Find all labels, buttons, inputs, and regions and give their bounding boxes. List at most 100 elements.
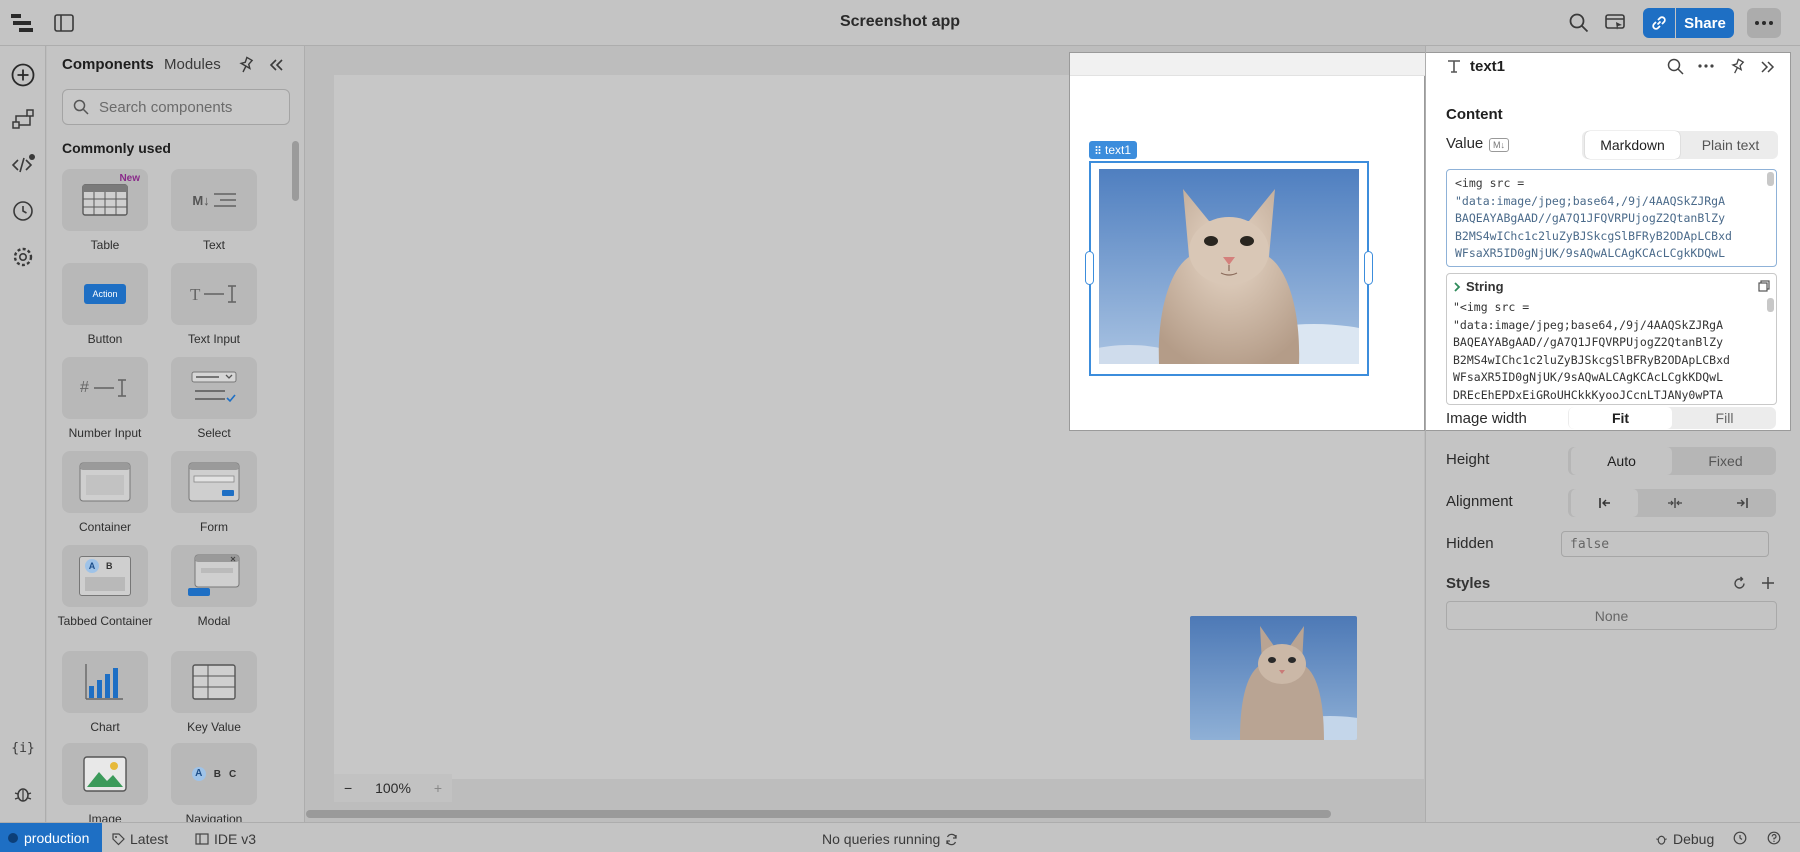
environment-badge[interactable]: production <box>0 823 102 852</box>
zoom-level: 100% <box>375 780 411 796</box>
settings-gear-icon[interactable] <box>11 245 35 269</box>
copy-link-button[interactable] <box>1643 8 1675 38</box>
string-line: "<img src = <box>1453 300 1530 314</box>
code-icon[interactable] <box>11 153 35 177</box>
height-toggle: Auto Fixed <box>1568 447 1776 475</box>
styles-heading: Styles <box>1446 575 1491 592</box>
component-tile-chart[interactable]: Chart <box>62 651 160 734</box>
component-tile-table[interactable]: New Table <box>62 169 160 252</box>
drag-handle-icon <box>1095 146 1101 154</box>
table-icon <box>82 184 128 216</box>
workflow-icon[interactable] <box>11 107 35 131</box>
new-badge: New <box>119 173 140 184</box>
search-components-input[interactable]: Search components <box>62 89 290 125</box>
queries-status[interactable]: No queries running <box>822 831 958 847</box>
share-button[interactable]: Share <box>1676 8 1734 38</box>
zoom-in-button[interactable]: + <box>434 780 442 796</box>
chevron-right-icon <box>1454 281 1461 292</box>
mode-plain-text-button[interactable]: Plain text <box>1683 131 1778 159</box>
resize-handle-right[interactable] <box>1364 251 1373 285</box>
help-icon[interactable] <box>1767 831 1781 845</box>
zoom-out-button[interactable]: − <box>344 780 352 796</box>
close-inspector-icon[interactable] <box>1759 59 1775 75</box>
search-icon[interactable] <box>1567 11 1591 35</box>
component-tile-select[interactable]: Select <box>171 357 269 440</box>
top-bar: Screenshot app Share <box>0 0 1800 46</box>
resize-handle-left[interactable] <box>1085 251 1094 285</box>
code-line: <img src = <box>1455 176 1525 190</box>
section-title: Commonly used <box>62 140 171 156</box>
fill-option[interactable]: Fill <box>1673 407 1776 429</box>
component-tile-modal[interactable]: Modal <box>171 545 269 628</box>
canvas-kitten-image[interactable] <box>1190 616 1357 740</box>
code-line: "data:image/jpeg;base64,/9j/4AAQSkZJRgA <box>1455 193 1726 208</box>
state-braces-icon[interactable]: {i} <box>11 736 35 760</box>
preview-scrollbar[interactable] <box>1767 298 1774 312</box>
panel-scrollbar[interactable] <box>292 141 299 201</box>
code-line: BAQEAYABgAAD//gA7Q1JFQVRPUjogZ2QtanBlZy <box>1455 211 1726 225</box>
align-center-icon <box>1667 498 1682 508</box>
collapse-panel-icon[interactable] <box>268 57 284 73</box>
align-left-option[interactable] <box>1571 489 1639 517</box>
markdown-text-icon: M↓ <box>192 192 236 208</box>
component-tile-form[interactable]: Form <box>171 451 269 534</box>
pin-icon[interactable] <box>237 56 255 74</box>
mode-markdown-button[interactable]: Markdown <box>1585 131 1680 159</box>
string-line: B2MS4wIChc1c2luZyBJSkcgSlBFRyB2ODApLCBxd <box>1453 352 1730 367</box>
alignment-toggle <box>1568 489 1776 517</box>
add-style-icon[interactable] <box>1760 575 1776 591</box>
image-icon <box>83 756 127 792</box>
debug-bug-icon[interactable] <box>11 782 35 806</box>
more-options-button[interactable] <box>1747 8 1781 38</box>
component-label: Image <box>88 812 122 822</box>
component-tile-tabbed-container[interactable]: A B Tabbed Container <box>58 545 160 628</box>
component-label: Select <box>197 426 231 440</box>
form-icon <box>188 462 240 502</box>
button-icon: Action <box>84 284 126 304</box>
align-right-option[interactable] <box>1709 489 1776 517</box>
copy-icon[interactable] <box>1758 280 1770 292</box>
component-tile-container[interactable]: Container <box>62 451 160 534</box>
component-tile-image[interactable]: Image <box>62 743 160 822</box>
selected-component-tag[interactable]: text1 <box>1089 141 1138 159</box>
key-value-icon <box>192 664 236 700</box>
tab-modules[interactable]: Modules <box>164 56 221 73</box>
tab-components[interactable]: Components <box>62 56 154 73</box>
tabbed-container-icon: A B <box>79 556 131 596</box>
history-icon[interactable] <box>11 199 35 223</box>
component-tile-navigation[interactable]: A B C Navigation <box>171 743 269 822</box>
ide-version[interactable]: IDE v3 <box>195 831 256 847</box>
inspector-search-icon[interactable] <box>1667 58 1684 75</box>
bug-icon <box>1656 835 1667 845</box>
svg-text:T: T <box>190 285 201 304</box>
inspector-pin-icon[interactable] <box>1729 58 1746 75</box>
left-rail: {i} <box>0 46 46 822</box>
inspector-more-icon[interactable] <box>1698 64 1714 68</box>
component-tile-key-value[interactable]: Key Value <box>171 651 269 734</box>
canvas-horizontal-scrollbar[interactable] <box>306 810 1331 818</box>
editor-scrollbar[interactable] <box>1767 172 1774 186</box>
align-center-option[interactable] <box>1641 489 1708 517</box>
string-type-header[interactable]: String <box>1447 274 1776 299</box>
auto-option[interactable]: Auto <box>1571 447 1672 475</box>
reset-styles-icon[interactable] <box>1732 576 1747 591</box>
component-tile-button[interactable]: Action Button <box>62 263 160 346</box>
preview-icon[interactable] <box>1603 11 1627 35</box>
debug-button[interactable]: Debug <box>1655 831 1714 847</box>
component-name[interactable]: text1 <box>1470 58 1505 75</box>
add-component-icon[interactable] <box>11 63 35 87</box>
hidden-input[interactable]: false <box>1561 531 1769 557</box>
component-label: Button <box>87 332 123 346</box>
component-tile-text[interactable]: M↓ Text <box>171 169 269 252</box>
styles-none-field[interactable]: None <box>1446 601 1777 630</box>
history-clock-icon[interactable] <box>1733 831 1747 845</box>
fixed-option[interactable]: Fixed <box>1675 447 1776 475</box>
component-tile-text-input[interactable]: T Text Input <box>171 263 269 346</box>
version-selector[interactable]: Latest <box>112 831 168 847</box>
app-title: Screenshot app <box>839 13 961 30</box>
fit-option[interactable]: Fit <box>1569 407 1672 429</box>
search-placeholder: Search components <box>99 98 233 116</box>
value-code-editor[interactable]: <img src = "data:image/jpeg;base64,/9j/4… <box>1446 169 1777 267</box>
string-line: "data:image/jpeg;base64,/9j/4AAQSkZJRgA <box>1453 317 1724 332</box>
component-tile-number-input[interactable]: # Number Input <box>62 357 160 440</box>
